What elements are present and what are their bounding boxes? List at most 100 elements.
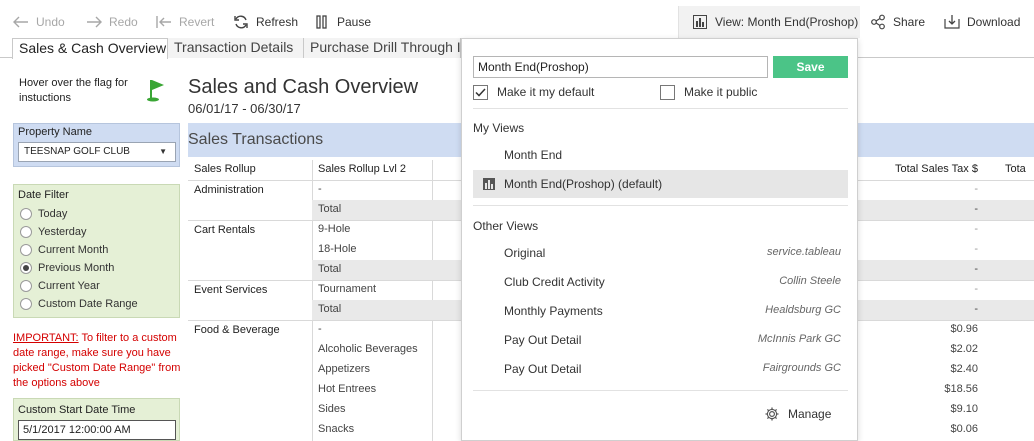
tab-transaction-details[interactable]: Transaction Details	[168, 38, 304, 58]
radio-button[interactable]	[20, 208, 32, 220]
property-select-value: TEESNAP GOLF CLUB	[24, 146, 130, 157]
share-button[interactable]: Share	[869, 12, 925, 32]
radio-button[interactable]	[20, 244, 32, 256]
date-filter: Date Filter Today Yesterday Current Mont…	[13, 184, 180, 318]
download-label: Download	[967, 15, 1021, 29]
save-view-button[interactable]: Save	[773, 56, 848, 78]
view-button[interactable]: View: Month End(Proshop)	[678, 6, 860, 38]
checkmark-icon	[475, 87, 486, 97]
date-option-current-month[interactable]: Current Month	[20, 241, 108, 259]
undo-label: Undo	[36, 15, 65, 29]
my-view-item[interactable]: Month End	[473, 141, 848, 169]
bar-chart-icon	[483, 178, 495, 193]
divider	[473, 108, 848, 109]
share-icon	[869, 13, 887, 31]
property-select[interactable]: TEESNAP GOLF CLUB ▼	[18, 142, 176, 162]
make-default-option[interactable]: Make it my default	[473, 84, 594, 100]
property-filter-title: Property Name	[18, 126, 92, 138]
view-item-name: Pay Out Detail	[504, 333, 582, 347]
row-value: $0.06	[950, 423, 978, 435]
row-label: Total	[318, 303, 342, 315]
date-option-previous-month[interactable]: Previous Month	[20, 259, 114, 277]
custom-start-input[interactable]: 5/1/2017 12:00:00 AM	[18, 420, 176, 440]
my-views-heading: My Views	[473, 121, 525, 135]
view-item-owner: Healdsburg GC	[765, 304, 841, 316]
redo-icon	[85, 13, 103, 31]
refresh-button[interactable]: Refresh	[232, 12, 298, 32]
date-option-custom-range[interactable]: Custom Date Range	[20, 295, 138, 313]
other-view-item[interactable]: Pay Out Detail Fairgrounds GC	[473, 355, 848, 383]
row-value: $0.96	[950, 323, 978, 335]
download-icon	[943, 13, 961, 31]
share-label: Share	[893, 15, 926, 29]
row-label: -	[318, 323, 322, 335]
radio-button[interactable]	[20, 280, 32, 292]
row-label: Total	[318, 203, 342, 215]
divider	[473, 205, 848, 206]
group-label: Cart Rentals	[194, 224, 256, 236]
my-view-item-current[interactable]: Month End(Proshop) (default)	[473, 170, 848, 198]
view-item-name: Month End	[504, 148, 563, 162]
other-view-item[interactable]: Monthly Payments Healdsburg GC	[473, 297, 848, 325]
other-views-heading: Other Views	[473, 219, 539, 233]
important-prefix: IMPORTANT:	[13, 332, 79, 344]
chevron-down-icon: ▼	[159, 147, 167, 156]
row-label: Alcoholic Beverages	[318, 343, 418, 355]
date-filter-title: Date Filter	[18, 189, 69, 201]
checkbox-checked[interactable]	[473, 84, 488, 100]
view-item-name: Original	[504, 246, 546, 260]
group-label: Event Services	[194, 284, 268, 296]
date-option-today[interactable]: Today	[20, 205, 67, 223]
tab-purchase-drill-through[interactable]: Purchase Drill Through I	[304, 38, 461, 58]
row-value: -	[974, 263, 978, 275]
other-view-item[interactable]: Original service.tableau	[473, 239, 848, 267]
date-option-label: Yesterday	[38, 226, 87, 238]
download-button[interactable]: Download	[943, 12, 1020, 32]
view-item-name: Monthly Payments	[504, 304, 603, 318]
undo-button[interactable]: Undo	[12, 12, 65, 32]
refresh-label: Refresh	[256, 15, 299, 29]
custom-start-title: Custom Start Date Time	[18, 404, 136, 416]
other-view-item[interactable]: Club Credit Activity Collin Steele	[473, 268, 848, 296]
make-default-label: Make it my default	[497, 85, 595, 99]
custom-range-notice: IMPORTANT: To filter to a custom date ra…	[13, 331, 183, 391]
date-option-label: Previous Month	[38, 262, 115, 274]
view-button-content: View: Month End(Proshop)	[691, 12, 858, 32]
redo-button[interactable]: Redo	[85, 12, 138, 32]
view-item-owner: service.tableau	[767, 246, 841, 258]
revert-label: Revert	[179, 15, 215, 29]
date-option-label: Today	[38, 208, 68, 220]
tab-sales-cash-overview[interactable]: Sales & Cash Overview	[12, 38, 168, 59]
view-name-input[interactable]: Month End(Proshop)	[473, 56, 768, 78]
manage-views-button[interactable]: Manage	[764, 405, 831, 423]
pause-button[interactable]: Pause	[313, 12, 371, 32]
row-value: -	[974, 203, 978, 215]
view-item-owner: McInnis Park GC	[757, 333, 841, 345]
hover-note: Hover over the flag for instuctions	[19, 77, 128, 104]
toolbar: Undo Redo Revert Refresh Pause View: Mon…	[0, 0, 1034, 38]
column-header-rollup-lvl2: Sales Rollup Lvl 2	[318, 163, 407, 175]
radio-button[interactable]	[20, 226, 32, 238]
date-option-label: Custom Date Range	[38, 298, 138, 310]
checkbox[interactable]	[660, 84, 675, 100]
view-item-owner: Fairgrounds GC	[762, 362, 841, 374]
row-value: -	[974, 283, 978, 295]
row-label: Hot Entrees	[318, 383, 377, 395]
gear-icon	[764, 406, 780, 422]
manage-label: Manage	[788, 407, 832, 421]
row-value: -	[974, 223, 978, 235]
date-option-current-year[interactable]: Current Year	[20, 277, 100, 295]
other-view-item[interactable]: Pay Out Detail McInnis Park GC	[473, 326, 848, 354]
radio-button[interactable]	[20, 298, 32, 310]
golf-flag-icon[interactable]	[146, 78, 168, 107]
radio-button-selected[interactable]	[20, 262, 32, 274]
date-option-yesterday[interactable]: Yesterday	[20, 223, 87, 241]
row-label: 9-Hole	[318, 223, 351, 235]
make-public-option[interactable]: Make it public	[660, 84, 757, 100]
row-value: -	[974, 303, 978, 315]
custom-start-filter: Custom Start Date Time 5/1/2017 12:00:00…	[13, 398, 180, 441]
property-filter: Property Name TEESNAP GOLF CLUB ▼	[13, 123, 180, 167]
revert-button[interactable]: Revert	[155, 12, 214, 32]
view-item-name: Pay Out Detail	[504, 362, 582, 376]
row-label: -	[318, 183, 322, 195]
